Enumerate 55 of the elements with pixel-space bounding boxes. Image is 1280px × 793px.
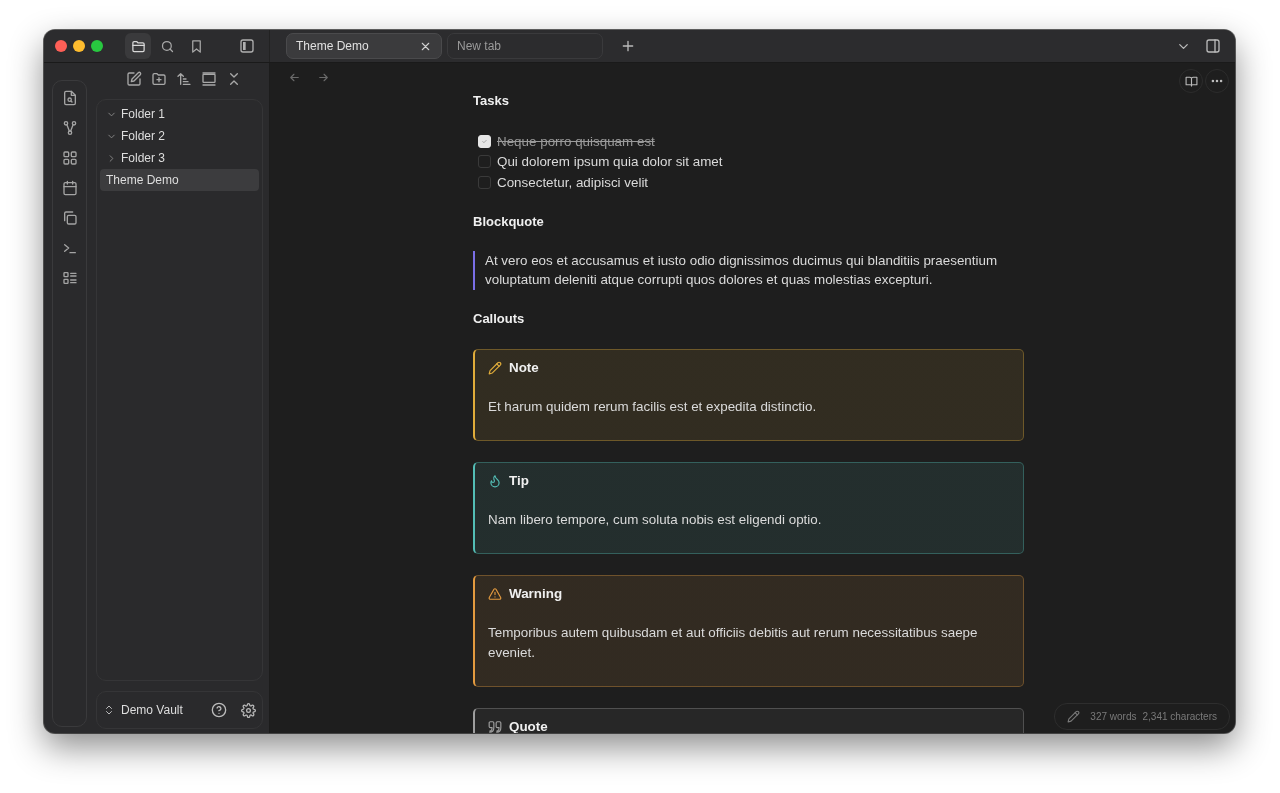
task-text: Qui dolorem ipsum quia dolor sit amet <box>497 154 723 170</box>
folder-item[interactable]: Folder 2 <box>100 125 259 147</box>
search-icon <box>159 38 175 54</box>
updown-icon[interactable] <box>103 704 115 716</box>
file-search-icon[interactable] <box>61 90 78 106</box>
task-checkbox[interactable] <box>478 155 491 169</box>
grid-icon[interactable] <box>61 150 78 166</box>
folder-icon <box>130 38 146 54</box>
task-text: Neque porro quisquam est <box>497 133 655 149</box>
check-icon <box>481 137 488 145</box>
list-icon[interactable] <box>61 270 78 286</box>
warning-icon <box>488 586 502 601</box>
tab-label: New tab <box>457 39 503 53</box>
minimize-window-button[interactable] <box>73 40 85 52</box>
tab-label: Theme Demo <box>296 39 370 53</box>
sidebar-toggle-icon[interactable] <box>1205 38 1221 54</box>
tab[interactable]: Theme Demo <box>286 33 442 59</box>
section-heading: Tasks <box>473 92 510 110</box>
calendar-icon[interactable] <box>61 180 78 196</box>
close-window-button[interactable] <box>55 40 67 52</box>
blockquote-text: At vero eos et accusamus et iusto odio dignissimos ducimus qui blanditiis praesentium voluptatum deleniti atque corrupti quos dolores et quas molestias excepturi. <box>473 250 1024 290</box>
callout-title: Tip <box>509 471 529 490</box>
character-count: 2,341 characters <box>1142 711 1217 722</box>
callout-title: Note <box>509 358 539 377</box>
folder-item[interactable]: Folder 1 <box>100 103 259 125</box>
pencil-icon <box>488 360 502 375</box>
pencil-icon <box>1067 710 1081 723</box>
folder-item[interactable]: Folder 3 <box>100 147 259 169</box>
plus-icon[interactable] <box>620 38 636 54</box>
book-icon <box>1184 74 1198 88</box>
task-text: Consectetur, adipisci velit <box>497 174 649 190</box>
copy-icon[interactable] <box>61 210 78 226</box>
panel-icon[interactable] <box>200 71 217 87</box>
zoom-window-button[interactable] <box>91 40 103 52</box>
edit-icon[interactable] <box>125 71 142 87</box>
callout-text: Et harum quidem rerum facilis est et expedita distinctio. <box>488 397 818 416</box>
sidebar-toggle-icon[interactable] <box>239 38 255 54</box>
tab[interactable]: New tab <box>447 33 603 59</box>
callout-text: Temporibus autem quibusdam et aut officiis debitis aut rerum necessitatibus saepe eveniet. <box>488 623 979 662</box>
folder-tab[interactable] <box>125 33 151 59</box>
settings-icon[interactable] <box>241 702 256 718</box>
section-heading: Blockquote <box>473 212 545 231</box>
vault-name[interactable]: Demo Vault <box>121 703 205 717</box>
graph-icon[interactable] <box>61 120 78 136</box>
task-checkbox[interactable] <box>478 175 491 189</box>
folder-plus-icon[interactable] <box>150 71 167 87</box>
callout-title: Quote <box>509 717 548 733</box>
callout-title: Warning <box>509 584 563 603</box>
help-icon[interactable] <box>211 702 227 718</box>
file-item[interactable]: Theme Demo <box>100 169 259 191</box>
flame-icon <box>488 473 502 488</box>
word-count: 327 words <box>1090 711 1137 722</box>
callout-text: Nam libero tempore, cum soluta nobis est eligendi optio. <box>488 510 823 529</box>
sort-icon[interactable] <box>175 71 192 87</box>
section-heading: Callouts <box>473 309 526 328</box>
